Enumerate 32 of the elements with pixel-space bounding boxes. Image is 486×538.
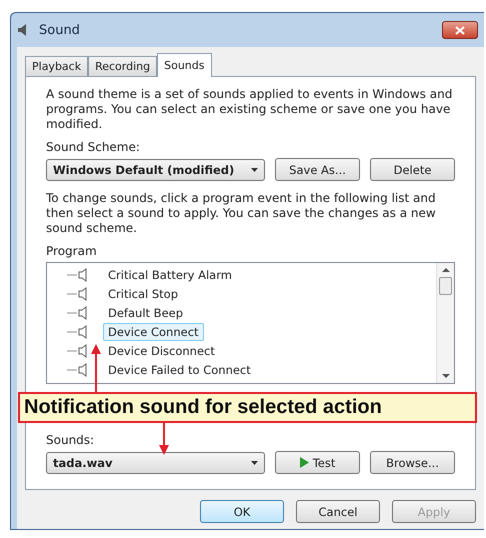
scheme-label: Sound Scheme: [46, 140, 141, 154]
program-event[interactable]: Critical Battery Alarm [103, 266, 237, 284]
program-event[interactable]: Critical Stop [103, 284, 184, 302]
caret-icon [251, 460, 258, 464]
test-button[interactable]: Test [275, 451, 360, 474]
close-icon [455, 26, 465, 34]
callout-arrow [159, 421, 169, 455]
sound-dropdown[interactable]: tada.wav [46, 452, 266, 474]
play-icon [300, 457, 309, 468]
caret-icon [251, 168, 258, 172]
program-event[interactable]: Device Connect [103, 322, 204, 340]
tab[interactable]: Playback [25, 56, 88, 76]
scheme-button[interactable]: Delete [370, 158, 456, 181]
browse-button[interactable]: Browse... [370, 451, 456, 474]
program-event[interactable]: Device Disconnect [103, 342, 220, 360]
scrollbar[interactable] [436, 263, 454, 383]
dialog-button[interactable]: OK [200, 500, 284, 523]
scheme-dropdown[interactable]: Windows Default (modified) [46, 158, 266, 180]
description-text: A sound theme is a set of sounds applied to events in Windows and programs. You can select an existing scheme or save one you have modified. [46, 87, 454, 132]
dialog-button[interactable]: Cancel [296, 500, 380, 523]
tab[interactable]: Sounds [157, 53, 212, 77]
program-label: Program [46, 244, 98, 258]
program-event[interactable]: Device Failed to Connect [103, 360, 256, 378]
callout-arrow [91, 344, 101, 394]
scheme-button[interactable]: Save As... [275, 158, 360, 181]
program-event[interactable]: Default Beep [103, 304, 188, 322]
scroll-thumb[interactable] [439, 277, 452, 295]
close-button[interactable] [442, 21, 478, 39]
window-title: Sound [39, 22, 81, 38]
sounds-label: Sounds: [46, 433, 96, 447]
instructions-text: To change sounds, click a program event in the following list and then select a sound to apply. You can save the changes as a new sound scheme. [46, 191, 437, 236]
tab[interactable]: Recording [88, 56, 158, 76]
